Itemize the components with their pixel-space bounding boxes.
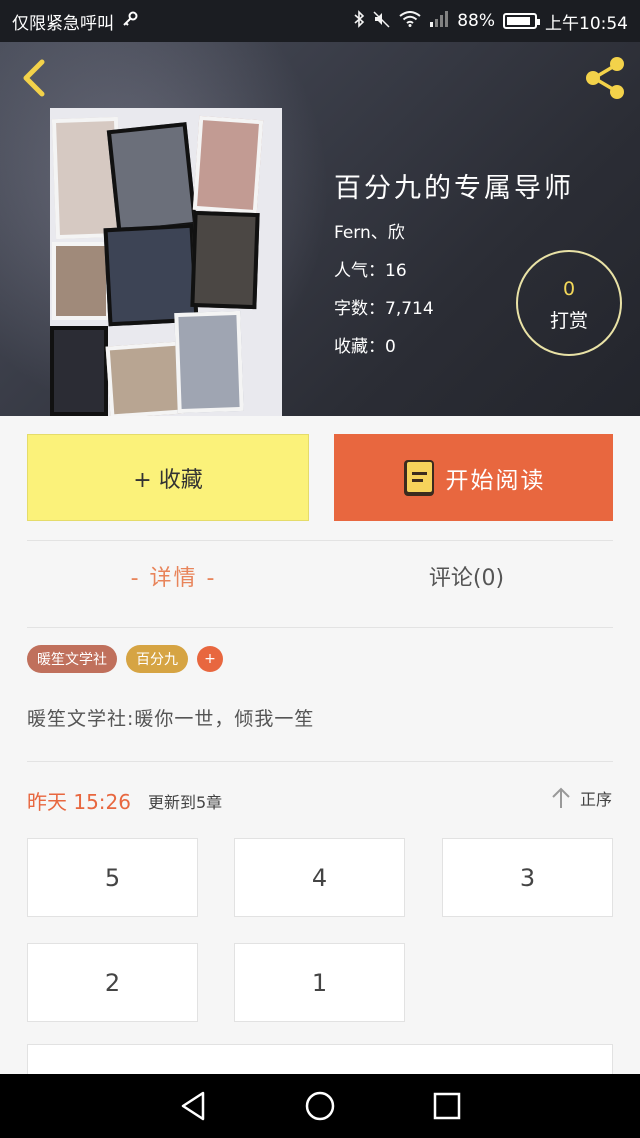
update-text: 更新到5章 [148,793,223,812]
arrow-up-icon [552,787,570,808]
popularity-stat: 人气：16 [334,261,407,281]
chapter-tile[interactable]: 3 [442,838,613,917]
add-favorite-button[interactable]: + 收藏 [27,434,309,521]
reward-count: 0 [562,278,576,300]
nav-recents-button[interactable] [427,1086,467,1126]
status-bar: 仅限紧急呼叫 88% 上午10:54 [0,0,640,42]
sort-order-button[interactable]: 正序 [550,786,612,810]
triangle-back-icon [182,1091,205,1121]
chapter-tile[interactable]: 4 [234,838,405,917]
wifi-icon [399,11,421,31]
back-button[interactable] [16,56,56,100]
mute-icon [373,10,391,32]
start-reading-button[interactable]: 开始阅读 [334,434,613,521]
battery-icon [503,13,540,29]
system-nav-bar [0,1074,640,1138]
tag-chip[interactable]: 百分九 [126,645,188,673]
book-cover[interactable] [50,108,282,416]
chapter-tile[interactable]: 1 [234,943,405,1022]
book-header: 百分九的专属导师 Fern、欣 人气：16 字数：7,714 收藏：0 0 打赏 [0,42,640,416]
chapter-tile[interactable]: 5 [27,838,198,917]
signal-icon [429,10,449,32]
tag-list: 暖笙文学社 百分九 + [27,645,223,673]
reward-label: 打赏 [549,310,588,332]
tab-detail[interactable]: - 详情 - [27,560,320,592]
book-author: Fern、欣 [334,223,405,243]
carrier-text: 仅限紧急呼叫 [12,13,114,34]
divider [27,627,613,628]
battery-percent: 88% [457,11,495,31]
book-title: 百分九的专属导师 [334,173,574,204]
add-favorite-label: + 收藏 [133,467,203,493]
book-icon [403,459,434,496]
add-tag-button[interactable]: + [197,646,223,672]
reward-button[interactable]: 0 打赏 [516,250,622,356]
favorites-stat: 收藏：0 [334,337,396,357]
clock: 上午10:54 [545,13,628,34]
share-button[interactable] [580,54,628,102]
tab-comments[interactable]: 评论(0) [320,560,613,592]
word-count-stat: 字数：7,714 [334,299,434,319]
key-icon [122,11,138,32]
bluetooth-icon [353,10,365,32]
divider [27,540,613,541]
circle-home-icon [305,1091,335,1121]
book-summary: 暖笙文学社:暖你一世，倾我一笙 [27,708,315,730]
start-reading-label: 开始阅读 [445,467,546,494]
update-time: 昨天 15:26 [27,790,131,814]
chevron-left-icon [23,59,45,97]
tag-chip[interactable]: 暖笙文学社 [27,645,117,673]
nav-back-button[interactable] [173,1086,213,1126]
square-recents-icon [433,1092,460,1120]
divider [27,761,613,762]
sort-order-label: 正序 [579,790,612,809]
nav-home-button[interactable] [300,1086,340,1126]
chapter-tile[interactable]: 2 [27,943,198,1022]
share-icon [586,57,624,99]
